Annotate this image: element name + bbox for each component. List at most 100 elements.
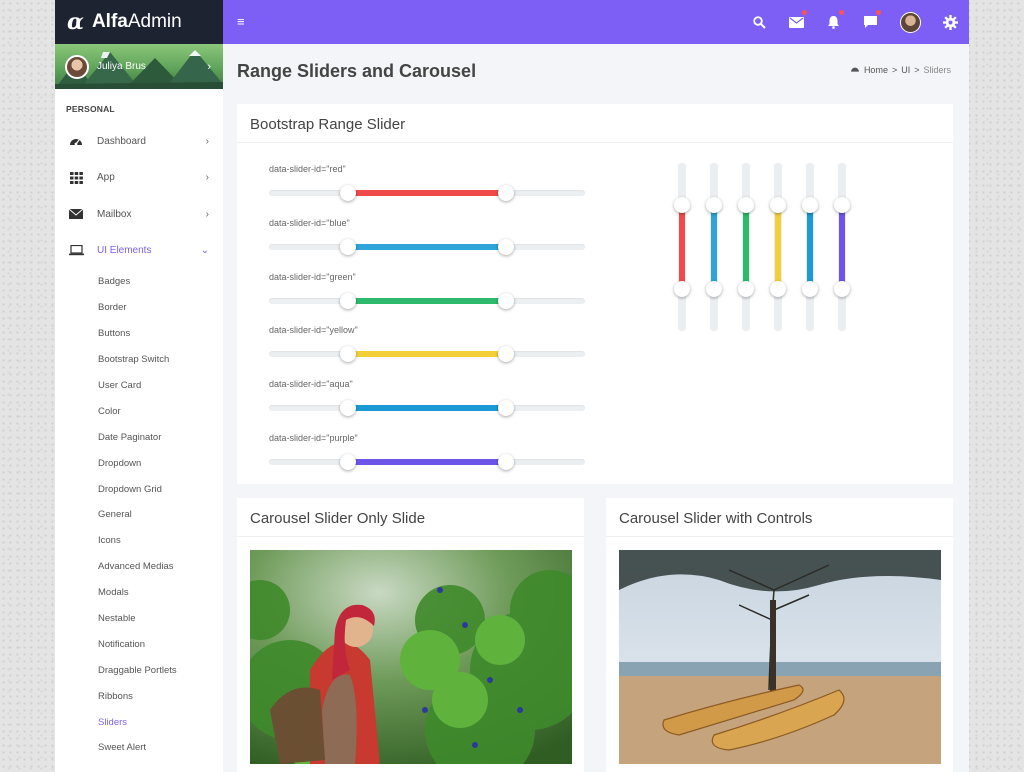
notification-dot: [876, 10, 881, 15]
topbar: ≡: [223, 0, 969, 44]
vertical-slider-handle-bottom[interactable]: [834, 281, 850, 297]
sidebar-item-dashboard[interactable]: Dashboard ›: [55, 123, 223, 160]
slider-label: data-slider-id="red": [269, 164, 346, 174]
sidebar-subitem-nestable[interactable]: Nestable: [55, 606, 223, 632]
sidebar-item-label: Mailbox: [97, 208, 132, 220]
vertical-slider[interactable]: [738, 163, 754, 331]
slider-track[interactable]: [269, 400, 585, 417]
sidebar-subitem-buttons[interactable]: Buttons: [55, 321, 223, 347]
sidebar-subitem-border[interactable]: Border: [55, 295, 223, 321]
bell-icon[interactable]: [824, 10, 844, 31]
laptop-icon: [67, 244, 85, 258]
vertical-slider[interactable]: [802, 163, 818, 331]
slider-selection: [348, 351, 506, 358]
sidebar-subitem-color[interactable]: Color: [55, 398, 223, 424]
vertical-slider-selection: [807, 205, 813, 289]
chevron-right-icon: ›: [205, 135, 209, 147]
vertical-slider[interactable]: [674, 163, 690, 331]
chat-icon[interactable]: [861, 10, 881, 31]
alpha-logo-icon: α: [67, 9, 84, 35]
vertical-slider-handle-bottom[interactable]: [770, 281, 786, 297]
slider-handle-min[interactable]: [340, 454, 356, 470]
sidebar-subitem-advanced-medias[interactable]: Advanced Medias: [55, 554, 223, 580]
range-slider-card: Bootstrap Range Slider data-slider-id="r…: [237, 104, 953, 484]
vertical-slider-handle-bottom[interactable]: [802, 281, 818, 297]
vertical-slider-handle-top[interactable]: [738, 197, 754, 213]
slider-selection: [348, 405, 506, 412]
slider-handle-max[interactable]: [498, 454, 514, 470]
slider-label: data-slider-id="blue": [269, 217, 350, 228]
slider-track[interactable]: [269, 238, 585, 255]
vertical-slider[interactable]: [834, 163, 850, 331]
slider-track[interactable]: [269, 454, 585, 470]
gear-icon[interactable]: [941, 13, 959, 31]
vertical-slider-handle-top[interactable]: [834, 197, 850, 213]
slider-label: data-slider-id="aqua": [269, 379, 353, 390]
sidebar-subitem-ribbons[interactable]: Ribbons: [55, 683, 223, 709]
range-slider-row: data-slider-id="green": [269, 272, 585, 309]
sidebar-subitem-sliders[interactable]: Sliders: [55, 709, 223, 735]
vertical-slider-handle-bottom[interactable]: [706, 281, 722, 297]
vertical-slider-handle-top[interactable]: [770, 197, 786, 213]
range-slider-row: data-slider-id="aqua": [269, 379, 585, 417]
vertical-slider-handle-top[interactable]: [802, 197, 818, 213]
sidebar-subitem-dropdown-grid[interactable]: Dropdown Grid: [55, 476, 223, 502]
menu-toggle-icon[interactable]: ≡: [237, 14, 245, 29]
sidebar-subitem-sweet-alert[interactable]: Sweet Alert: [55, 735, 223, 761]
search-icon[interactable]: [750, 13, 768, 31]
sidebar-subitem-modals[interactable]: Modals: [55, 580, 223, 606]
slider-handle-max[interactable]: [498, 346, 514, 363]
user-panel[interactable]: Juliya Brus ›: [55, 44, 223, 89]
page-title: Range Sliders and Carousel: [237, 61, 477, 81]
slider-handle-max[interactable]: [498, 292, 514, 309]
sidebar-item-mailbox[interactable]: Mailbox ›: [55, 196, 223, 233]
vertical-slider[interactable]: [706, 163, 722, 331]
slider-handle-min[interactable]: [340, 238, 356, 255]
sidebar-subitem-user-card[interactable]: User Card: [55, 373, 223, 399]
range-slider-row: data-slider-id="purple": [269, 433, 585, 470]
user-avatar[interactable]: [65, 54, 89, 79]
carousel-slide-image[interactable]: [619, 550, 941, 764]
breadcrumb-home[interactable]: Home: [864, 65, 888, 75]
sidebar-subitem-icons[interactable]: Icons: [55, 528, 223, 554]
breadcrumb-ui[interactable]: UI: [901, 65, 910, 75]
topbar-user-avatar[interactable]: [900, 12, 921, 33]
slider-handle-min[interactable]: [340, 185, 356, 201]
carousel-slide-image[interactable]: [250, 550, 572, 764]
slider-handle-min[interactable]: [340, 346, 356, 363]
vertical-slider-handle-bottom[interactable]: [738, 281, 754, 297]
sidebar-subitem-bootstrap-switch[interactable]: Bootstrap Switch: [55, 347, 223, 373]
user-name: Juliya Brus: [97, 61, 146, 72]
brand-name: AlfaAdmin: [91, 11, 182, 32]
sidebar-subitem-badges[interactable]: Badges: [55, 269, 223, 295]
mail-icon[interactable]: [787, 10, 807, 31]
slider-track[interactable]: [269, 185, 585, 201]
slider-handle-min[interactable]: [340, 292, 356, 309]
vertical-slider[interactable]: [770, 163, 786, 331]
slider-selection: [348, 297, 506, 304]
slider-track[interactable]: [269, 292, 585, 309]
sidebar-item-app[interactable]: App ›: [55, 160, 223, 197]
sidebar-subitem-notification[interactable]: Notification: [55, 631, 223, 657]
sidebar-subitem-dropdown[interactable]: Dropdown: [55, 450, 223, 476]
range-slider-row: data-slider-id="red": [269, 164, 585, 201]
slider-handle-max[interactable]: [498, 238, 514, 255]
vertical-slider-handle-top[interactable]: [706, 197, 722, 213]
slider-handle-max[interactable]: [498, 185, 514, 201]
slider-handle-max[interactable]: [498, 400, 514, 417]
sidebar-item-label: App: [97, 172, 115, 184]
brand-logo[interactable]: α AlfaAdmin: [55, 0, 223, 44]
slider-selection: [348, 243, 506, 250]
slider-handle-min[interactable]: [340, 400, 356, 417]
vertical-slider-handle-bottom[interactable]: [674, 281, 690, 297]
slider-track[interactable]: [269, 346, 585, 363]
chevron-right-icon[interactable]: ›: [207, 61, 211, 73]
vertical-slider-handle-top[interactable]: [674, 197, 690, 213]
sidebar-subitem-general[interactable]: General: [55, 502, 223, 528]
sidebar-subitem-date-paginator[interactable]: Date Paginator: [55, 424, 223, 450]
breadcrumb-separator: >: [891, 65, 898, 75]
sidebar: α AlfaAdmin Juliya Brus › PERSONAL Dashb…: [55, 0, 223, 772]
sidebar-item-ui-elements[interactable]: UI Elements ⌄: [55, 233, 223, 270]
sidebar-subitem-draggable-portlets[interactable]: Draggable Portlets: [55, 657, 223, 683]
vertical-slider-selection: [711, 205, 717, 289]
